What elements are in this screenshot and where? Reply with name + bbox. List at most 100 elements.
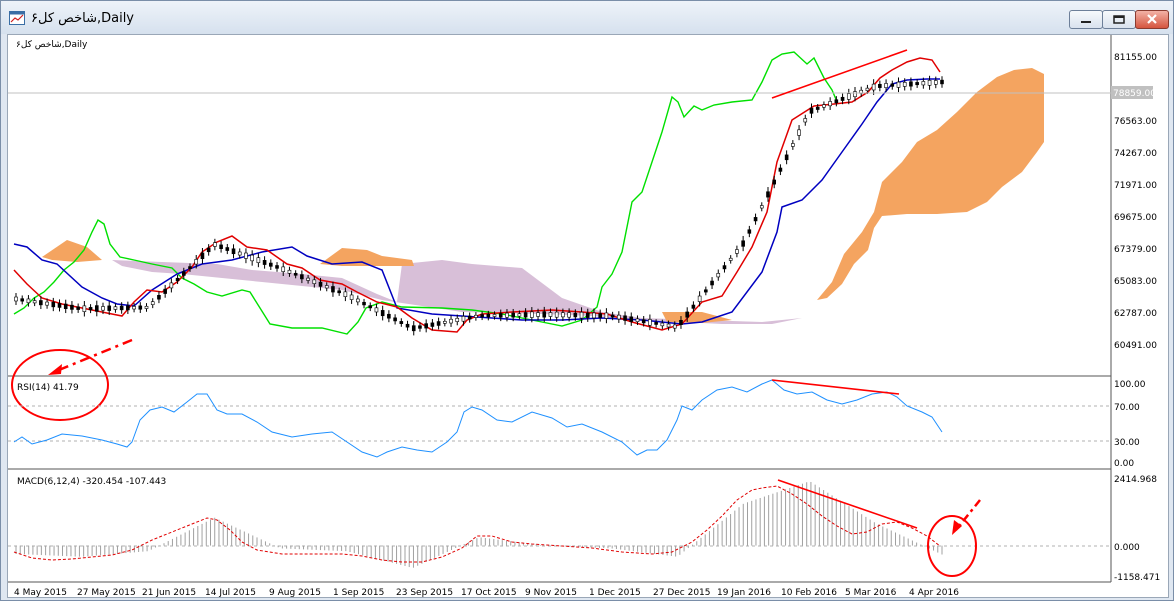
candle-body — [32, 300, 37, 304]
candle-body — [293, 272, 298, 276]
candle-body — [654, 322, 658, 325]
candle-body — [57, 303, 62, 308]
time-axis-label: 9 Nov 2015 — [525, 588, 577, 597]
candle-body — [318, 281, 323, 287]
candle-body — [635, 318, 640, 322]
candle-body — [759, 205, 764, 209]
time-axis-label: 9 Aug 2015 — [269, 588, 321, 597]
price-scale-label: 60491.00 — [1114, 341, 1157, 351]
candle-body — [766, 191, 770, 198]
candle-body — [194, 259, 199, 265]
candle-body — [666, 323, 671, 328]
candle-body — [231, 248, 236, 255]
candle-body — [523, 312, 528, 318]
candle-body — [554, 311, 559, 318]
time-axis-label: 1 Dec 2015 — [589, 588, 641, 597]
title-bar[interactable]: شاخص کل۶,Daily — [1, 1, 1173, 34]
candle-body — [461, 316, 466, 322]
chart-area[interactable]: شاخص کل۶,Daily 78859.00 81155.00 76563.0… — [7, 34, 1169, 598]
restore-icon — [1113, 15, 1125, 24]
candle-body — [20, 298, 25, 302]
candle-body — [430, 322, 435, 327]
current-price-label: 78859.00 — [1113, 89, 1156, 99]
arrow-head-icon — [952, 520, 962, 535]
candle-body — [691, 304, 696, 309]
candle-body — [803, 118, 808, 123]
candle-body — [567, 312, 571, 318]
candle-body — [809, 107, 814, 114]
minimize-button[interactable] — [1069, 10, 1103, 29]
candle-body — [704, 289, 708, 293]
candle-body — [175, 277, 180, 282]
candle-body — [784, 154, 789, 161]
price-scale-label: 69675.00 — [1114, 213, 1157, 223]
price-scale-label: 62787.00 — [1114, 309, 1157, 319]
candle-body — [39, 300, 43, 306]
candle-body — [455, 317, 460, 322]
candle-body — [436, 321, 441, 326]
restore-button[interactable] — [1102, 10, 1136, 29]
candle-body — [132, 306, 136, 310]
candle-body — [853, 91, 857, 98]
candle-body — [449, 318, 453, 324]
candle-body — [256, 257, 261, 264]
candle-body — [324, 285, 329, 289]
time-axis-label: 5 Mar 2016 — [845, 588, 897, 597]
candle-body — [735, 249, 739, 254]
candle-body — [63, 303, 68, 310]
candle-body — [331, 286, 335, 293]
chart-canvas[interactable]: شاخص کل۶,Daily 78859.00 81155.00 76563.0… — [8, 35, 1168, 598]
candle-body — [728, 257, 733, 261]
candle-body — [213, 242, 217, 247]
candle-body — [815, 106, 820, 110]
time-axis-label: 4 May 2015 — [14, 588, 67, 597]
candle-body — [697, 295, 702, 302]
candle-body — [536, 312, 540, 317]
time-axis-label: 10 Feb 2016 — [781, 588, 837, 597]
bull-cloud-early — [42, 240, 102, 262]
rsi-label: RSI(14) 41.79 — [17, 383, 79, 393]
candle-body — [200, 252, 205, 260]
candle-body — [486, 313, 491, 318]
candle-body — [82, 305, 87, 312]
candle-body — [275, 265, 279, 269]
candle-body — [617, 314, 621, 320]
time-axis-label: 27 Dec 2015 — [653, 588, 711, 597]
candle-body — [101, 306, 105, 311]
time-axis-label: 19 Jan 2016 — [717, 588, 771, 597]
candle-body — [163, 288, 167, 294]
macd-histogram — [15, 481, 943, 568]
macd-scale-label: 0.000 — [1114, 543, 1140, 553]
candle-body — [250, 254, 254, 262]
minimize-icon — [1081, 21, 1091, 23]
candle-body — [492, 314, 497, 317]
candle-body — [710, 280, 714, 286]
candle-body — [94, 305, 99, 312]
candle-body — [393, 317, 397, 322]
arrow-head-icon — [48, 364, 62, 375]
rsi-scale-label: 100.00 — [1114, 380, 1146, 390]
candle-body — [753, 217, 758, 222]
chart-window-icon — [9, 11, 25, 25]
candle-body — [865, 87, 870, 91]
macd-divergence-line — [777, 479, 918, 529]
candle-body — [878, 83, 882, 88]
candle-body — [679, 319, 683, 325]
close-button[interactable] — [1135, 10, 1169, 29]
candle-body — [281, 266, 286, 272]
candle-body — [51, 301, 56, 308]
candle-body — [138, 305, 143, 310]
candle-body — [542, 311, 547, 318]
candle-body — [834, 99, 839, 104]
candle-body — [237, 251, 242, 256]
candle-body — [604, 312, 609, 319]
candle-body — [356, 298, 360, 303]
candle-body — [915, 82, 919, 86]
candle-body — [517, 313, 522, 317]
candle-body — [846, 93, 851, 100]
candle-body — [641, 319, 646, 324]
candle-body — [219, 244, 223, 249]
candle-body — [119, 305, 124, 311]
candle-body — [660, 322, 665, 327]
candle-body — [374, 307, 379, 313]
